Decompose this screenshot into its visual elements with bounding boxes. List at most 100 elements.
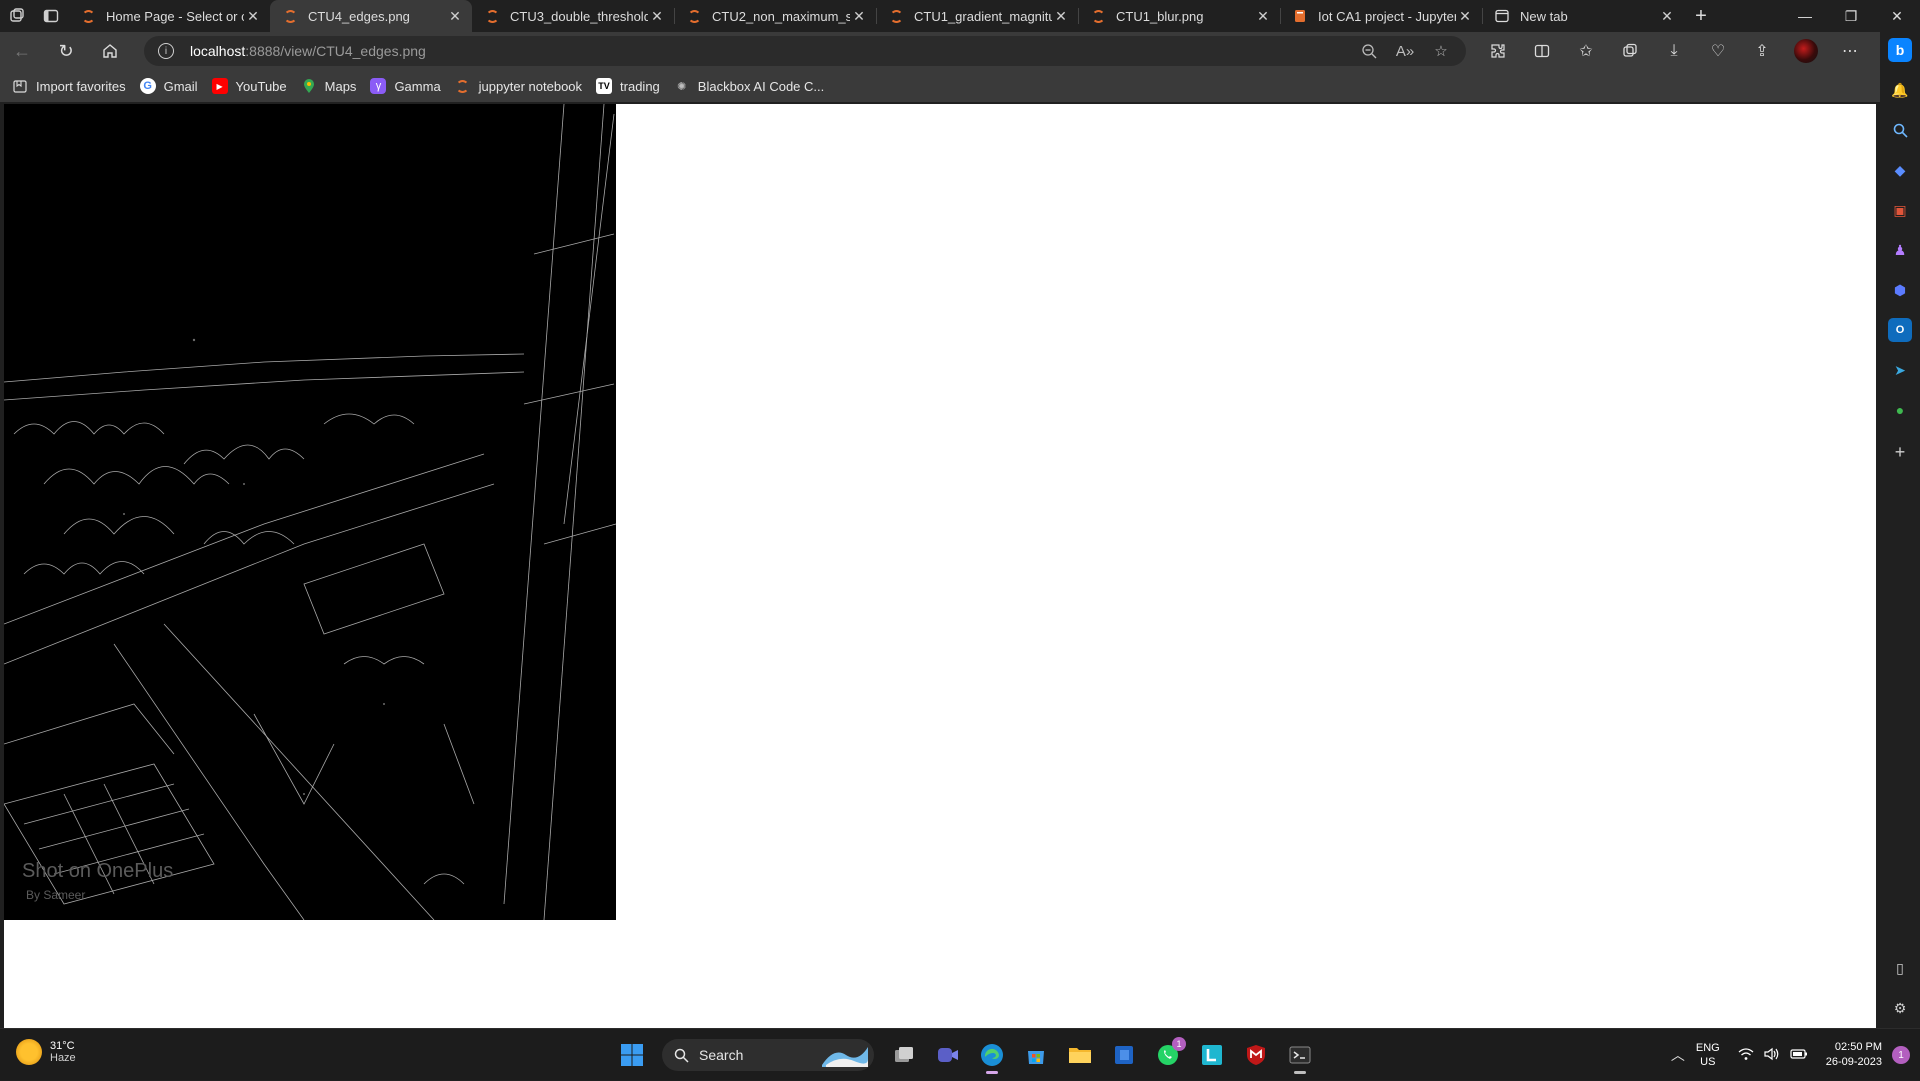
close-icon[interactable]: ✕ — [648, 8, 666, 25]
tree-icon[interactable]: ● — [1888, 398, 1912, 422]
favorite-gamma[interactable]: γ Gamma — [370, 78, 441, 94]
extensions-icon[interactable] — [1476, 32, 1520, 70]
refresh-button[interactable]: ↻ — [44, 32, 88, 70]
favorite-maps[interactable]: Maps — [301, 78, 356, 94]
close-window-icon[interactable]: ✕ — [1874, 0, 1920, 32]
address-url[interactable]: localhost:8888/view/CTU4_edges.png — [190, 43, 426, 59]
favorite-jupyter[interactable]: juppyter notebook — [455, 78, 582, 94]
favorite-trading[interactable]: TV trading — [596, 78, 660, 94]
search-highlight-icon — [822, 1047, 868, 1067]
hide-sidebar-icon[interactable]: ▯ — [1888, 956, 1912, 980]
battery-icon — [1790, 1047, 1808, 1064]
close-icon[interactable]: ✕ — [1254, 8, 1272, 25]
word-app-icon[interactable] — [1104, 1035, 1144, 1075]
close-icon[interactable]: ✕ — [1658, 8, 1676, 25]
favorite-gmail[interactable]: G Gmail — [139, 78, 198, 94]
clock-date: 26-09-2023 — [1825, 1056, 1882, 1068]
favorite-import[interactable]: Import favorites — [12, 78, 126, 94]
tools-icon[interactable]: ▣ — [1888, 198, 1912, 222]
tab-title: New tab — [1520, 8, 1568, 24]
shopping-icon[interactable]: ◆ — [1888, 158, 1912, 182]
image-watermark: Shot on OnePlus — [22, 860, 174, 882]
teams-meet-icon[interactable] — [928, 1035, 968, 1075]
favorite-youtube[interactable]: ▶ YouTube — [211, 78, 287, 94]
tab-ctu1-gradient[interactable]: CTU1_gradient_magnitude ✕ — [876, 0, 1078, 32]
split-screen-icon[interactable] — [1520, 32, 1564, 70]
favorites-icon[interactable]: ✩ — [1564, 32, 1608, 70]
mcafee-icon[interactable] — [1236, 1035, 1276, 1075]
profile-avatar[interactable] — [1784, 32, 1828, 70]
favorite-blackbox[interactable]: ✺ Blackbox AI Code C... — [674, 78, 824, 94]
address-bar[interactable]: i localhost:8888/view/CTU4_edges.png A» … — [144, 36, 1466, 66]
close-icon[interactable]: ✕ — [1456, 8, 1474, 25]
taskbar-search[interactable]: Search — [662, 1039, 874, 1071]
tab-iot-ca1-project[interactable]: Iot CA1 project - Jupyter Notebook ✕ — [1280, 0, 1482, 32]
tab-ctu1-blur[interactable]: CTU1_blur.png ✕ — [1078, 0, 1280, 32]
whatsapp-icon[interactable]: 1 — [1148, 1035, 1188, 1075]
tab-home-page[interactable]: Home Page - Select or create ✕ — [68, 0, 270, 32]
close-icon[interactable]: ✕ — [244, 8, 262, 25]
tab-new-tab[interactable]: New tab ✕ — [1482, 0, 1684, 32]
share-icon[interactable]: ⇪ — [1740, 32, 1784, 70]
show-hidden-icons-icon[interactable]: ︿ — [1660, 1045, 1696, 1065]
microsoft-store-icon[interactable] — [1016, 1035, 1056, 1075]
read-aloud-icon[interactable]: A» — [1390, 42, 1420, 60]
search-icon[interactable] — [1888, 118, 1912, 142]
active-app-indicator — [986, 1071, 998, 1074]
tab-ctu3-double-threshold[interactable]: CTU3_double_threshold.png ✕ — [472, 0, 674, 32]
outlook-icon[interactable]: O — [1888, 318, 1912, 342]
games-icon[interactable]: ♟ — [1888, 238, 1912, 262]
blackbox-icon: ✺ — [677, 80, 687, 93]
more-options-icon[interactable]: ⋯ — [1828, 32, 1872, 70]
telegram-icon[interactable]: ➤ — [1888, 358, 1912, 382]
back-button[interactable]: ← — [0, 32, 44, 70]
start-button[interactable] — [612, 1035, 652, 1075]
copilot-icon[interactable]: ⬢ — [1888, 278, 1912, 302]
running-app-indicator — [1294, 1071, 1306, 1074]
browser-tools: ✩ ⤓ ♡ ⇪ ⋯ — [1476, 32, 1872, 70]
terminal-icon[interactable] — [1280, 1035, 1320, 1075]
notifications-icon[interactable]: 🔔 — [1888, 78, 1912, 102]
taskbar-apps: Search 1 — [612, 1035, 1324, 1075]
quick-settings[interactable] — [1738, 1047, 1808, 1064]
tab-title: CTU1_blur.png — [1116, 8, 1204, 24]
clock[interactable]: 02:50 PM 26-09-2023 — [1826, 1040, 1882, 1070]
sidebar-settings-icon[interactable]: ⚙ — [1888, 996, 1912, 1020]
home-button[interactable] — [88, 32, 132, 70]
task-view-icon[interactable] — [884, 1035, 924, 1075]
language-region: US — [1700, 1056, 1716, 1068]
restore-icon[interactable]: ❐ — [1828, 0, 1874, 32]
close-icon[interactable]: ✕ — [446, 8, 464, 25]
url-rest: :8888/view/CTU4_edges.png — [245, 43, 426, 59]
zoom-out-icon[interactable] — [1354, 42, 1384, 60]
new-tab-button[interactable]: + — [1684, 0, 1718, 32]
favorite-label: YouTube — [235, 78, 287, 94]
favorites-bar: Import favorites G Gmail ▶ YouTube Maps … — [0, 70, 1880, 102]
workspaces-icon[interactable] — [0, 0, 34, 32]
tab-actions-icon[interactable] — [34, 0, 68, 32]
wifi-icon — [1738, 1047, 1754, 1064]
collections-icon[interactable] — [1608, 32, 1652, 70]
notification-center-badge[interactable]: 1 — [1892, 1046, 1910, 1064]
close-icon[interactable]: ✕ — [850, 8, 868, 25]
close-icon[interactable]: ✕ — [1052, 8, 1070, 25]
downloads-icon[interactable]: ⤓ — [1652, 32, 1696, 70]
search-icon — [674, 1048, 689, 1063]
whatsapp-badge: 1 — [1172, 1037, 1186, 1051]
youtube-icon: ▶ — [211, 78, 228, 94]
l-app-icon[interactable] — [1192, 1035, 1232, 1075]
site-info-icon[interactable]: i — [158, 43, 174, 59]
haze-weather-icon — [16, 1039, 42, 1065]
minimize-icon[interactable]: — — [1782, 0, 1828, 32]
bing-copilot-icon[interactable]: b — [1888, 38, 1912, 62]
file-explorer-icon[interactable] — [1060, 1035, 1100, 1075]
edge-browser-icon[interactable] — [972, 1035, 1012, 1075]
weather-widget[interactable]: 31°C Haze — [16, 1039, 76, 1065]
add-sidebar-app-icon[interactable]: + — [1888, 440, 1912, 464]
browser-essentials-icon[interactable]: ♡ — [1696, 32, 1740, 70]
input-language[interactable]: ENG US — [1696, 1041, 1720, 1069]
tab-title: CTU3_double_threshold.png — [510, 8, 648, 24]
favorite-star-icon[interactable]: ☆ — [1426, 42, 1456, 60]
tab-ctu2-non-maximum[interactable]: CTU2_non_maximum_suppression ✕ — [674, 0, 876, 32]
tab-ctu4-edges[interactable]: CTU4_edges.png ✕ — [270, 0, 472, 32]
